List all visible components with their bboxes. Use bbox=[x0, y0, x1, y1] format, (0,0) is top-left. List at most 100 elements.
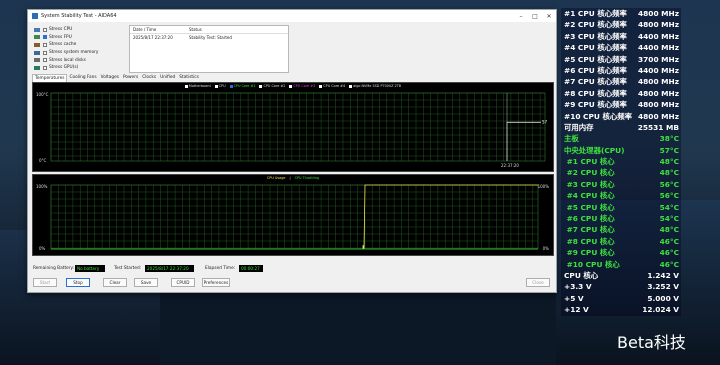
osd-row: #3 CPU 核心频率 4400 MHz bbox=[561, 31, 681, 42]
stress-option-label: Stress cache bbox=[49, 42, 77, 48]
legend-item[interactable]: aigo NVMe SSD P7000Z 2TB bbox=[349, 84, 401, 88]
start-button[interactable]: Start bbox=[33, 278, 57, 287]
legend-checkbox[interactable] bbox=[214, 84, 218, 88]
legend-checkbox[interactable] bbox=[289, 84, 293, 88]
osd-value: 25531 MB bbox=[637, 122, 679, 132]
tab-powers[interactable]: Powers bbox=[121, 74, 140, 82]
close-icon[interactable]: ✕ bbox=[542, 13, 556, 20]
battery-label: Remaining Battery: bbox=[33, 266, 75, 271]
osd-row: #10 CPU 核心频率 4800 MHz bbox=[561, 111, 681, 122]
legend-item[interactable]: CPU Core #3 bbox=[289, 84, 315, 88]
elapsed-time-value: 00:00:27 bbox=[239, 265, 263, 272]
osd-label: 可用内存 bbox=[564, 122, 594, 132]
osd-row: +3.3 V 3.252 V bbox=[561, 281, 681, 292]
osd-overlay: #1 CPU 核心频率 4800 MHz #2 CPU 核心频率 4800 MHz #3… bbox=[561, 8, 681, 316]
save-button[interactable]: Save bbox=[134, 278, 158, 287]
close-button[interactable]: Close bbox=[526, 278, 550, 287]
stress-component-icon bbox=[34, 35, 40, 40]
osd-value: 4400 MHz bbox=[638, 65, 679, 75]
stress-checkbox[interactable] bbox=[43, 50, 47, 55]
stability-test-window: System Stability Test - AIDA64 – □ ✕ Str… bbox=[27, 9, 557, 293]
osd-value: 3.252 V bbox=[647, 282, 679, 292]
table-row[interactable]: 2025/8/17 22:37:20 Stability Test: Start… bbox=[130, 34, 288, 41]
legend-checkbox[interactable] bbox=[184, 84, 188, 88]
stress-component-icon bbox=[34, 58, 40, 63]
osd-value: 4400 MHz bbox=[638, 43, 679, 53]
stress-option[interactable]: Stress cache bbox=[34, 41, 98, 49]
tab-statistics[interactable]: Statistics bbox=[177, 74, 201, 82]
stress-checkbox[interactable] bbox=[43, 65, 47, 70]
osd-value: 48°C bbox=[659, 168, 679, 178]
osd-value: 38°C bbox=[659, 134, 679, 144]
stress-component-icon bbox=[34, 50, 40, 55]
preferences-button[interactable]: Preferences bbox=[202, 278, 230, 287]
status-table: Date / Time Status 2025/8/17 22:37:20 St… bbox=[129, 25, 289, 73]
stop-button[interactable]: Stop bbox=[66, 278, 90, 287]
stress-option[interactable]: Stress FPU bbox=[34, 34, 98, 42]
osd-value: 46°C bbox=[659, 259, 679, 269]
row-datetime: 2025/8/17 22:37:20 bbox=[133, 35, 173, 40]
stress-option[interactable]: Stress CPU bbox=[34, 26, 98, 34]
tab-clocks[interactable]: Clocks bbox=[140, 74, 158, 82]
stress-checkbox[interactable] bbox=[43, 27, 47, 32]
axis-label: 22:37:20 bbox=[501, 163, 519, 168]
stress-checkbox[interactable] bbox=[43, 58, 47, 63]
osd-value: 5.000 V bbox=[647, 293, 679, 303]
legend-checkbox[interactable] bbox=[259, 84, 263, 88]
osd-row: #8 CPU 核心 46°C bbox=[561, 236, 681, 247]
osd-row: #8 CPU 核心频率 4800 MHz bbox=[561, 88, 681, 99]
osd-value: 1.242 V bbox=[647, 270, 679, 280]
tab-temperatures[interactable]: Temperatures bbox=[32, 74, 68, 82]
stress-checkbox[interactable] bbox=[43, 42, 47, 47]
stress-checkbox[interactable] bbox=[43, 35, 47, 40]
cpuid-button[interactable]: CPUID bbox=[171, 278, 195, 287]
stress-option[interactable]: Stress local disks bbox=[34, 56, 98, 64]
stress-options: Stress CPU Stress FPU Stress cache Stress s… bbox=[34, 26, 98, 72]
osd-row: #7 CPU 核心 48°C bbox=[561, 224, 681, 235]
osd-row: #6 CPU 核心频率 4400 MHz bbox=[561, 65, 681, 76]
osd-row: #7 CPU 核心频率 4800 MHz bbox=[561, 76, 681, 87]
temperature-plot: 100°C 0°C 22:37:20 57 bbox=[36, 92, 548, 168]
stress-option-label: Stress CPU bbox=[49, 27, 73, 33]
column-header-datetime: Date / Time bbox=[133, 27, 157, 32]
tab-cooling-fans[interactable]: Cooling Fans bbox=[67, 74, 98, 82]
legend-checkbox[interactable] bbox=[229, 84, 233, 88]
stress-option[interactable]: Stress system memory bbox=[34, 49, 98, 57]
legend-item[interactable]: Motherboard bbox=[184, 84, 211, 88]
stress-component-icon bbox=[34, 42, 40, 47]
osd-label: #4 CPU 核心 bbox=[564, 191, 615, 201]
maximize-icon[interactable]: □ bbox=[528, 13, 542, 20]
usage-graph: 100% 0% 100% 0% CPU Usage | CPU Throttling bbox=[32, 174, 554, 256]
usage-legend: CPU Usage | CPU Throttling bbox=[33, 176, 553, 180]
osd-row: CPU 核心 1.242 V bbox=[561, 270, 681, 281]
test-started-label: Test Started: bbox=[114, 266, 142, 271]
legend-cpu-usage: CPU Usage bbox=[266, 176, 286, 180]
minimize-icon[interactable]: – bbox=[514, 13, 528, 20]
osd-row: #2 CPU 核心频率 4800 MHz bbox=[561, 19, 681, 30]
osd-label: #1 CPU 核心频率 bbox=[564, 9, 627, 18]
axis-label: 0% bbox=[39, 246, 46, 251]
tab-unified[interactable]: Unified bbox=[158, 74, 177, 82]
osd-label: #5 CPU 核心频率 bbox=[564, 54, 627, 64]
legend-item[interactable]: CPU Core #4 bbox=[319, 84, 345, 88]
osd-value: 46°C bbox=[659, 248, 679, 258]
osd-row: #9 CPU 核心 46°C bbox=[561, 247, 681, 258]
legend-label: CPU Core #3 bbox=[293, 84, 316, 88]
osd-label: #5 CPU 核心 bbox=[564, 202, 615, 212]
legend-checkbox[interactable] bbox=[319, 84, 323, 88]
window-title: System Stability Test - AIDA64 bbox=[41, 13, 117, 19]
osd-row: #10 CPU 核心 46°C bbox=[561, 259, 681, 270]
clear-button[interactable]: Clear bbox=[103, 278, 127, 287]
stress-option[interactable]: Stress GPU(s) bbox=[34, 64, 98, 72]
watermark: Beta科技 bbox=[617, 333, 686, 352]
osd-label: 中央处理器(CPU) bbox=[564, 145, 625, 155]
temperature-graph: 100°C 0°C 22:37:20 57 Motherboard CPU CPU Cor… bbox=[32, 82, 554, 172]
osd-label: #3 CPU 核心频率 bbox=[564, 31, 627, 41]
tab-voltages[interactable]: Voltages bbox=[99, 74, 121, 82]
osd-label: #9 CPU 核心频率 bbox=[564, 100, 627, 110]
legend-checkbox[interactable] bbox=[349, 84, 353, 88]
legend-item[interactable]: CPU Core #1 bbox=[229, 84, 255, 88]
osd-value: 4800 MHz bbox=[638, 100, 679, 110]
legend-item[interactable]: CPU Core #2 bbox=[259, 84, 285, 88]
legend-item[interactable]: CPU bbox=[214, 84, 226, 88]
